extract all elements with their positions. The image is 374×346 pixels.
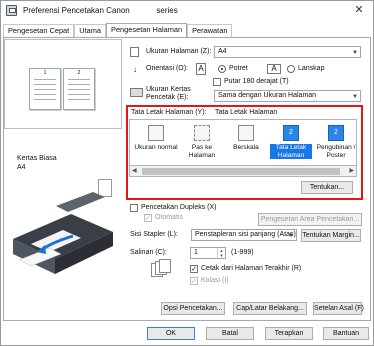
tab-page-setup[interactable]: Pengesetan Halaman xyxy=(106,23,188,37)
collate-label: Kolasi (I) xyxy=(201,277,229,284)
preview-page-right: 2 xyxy=(63,68,95,110)
page-size-label: Ukuran Halaman (Z): xyxy=(146,48,212,55)
printer-paper-size-label: Ukuran Kertas Pencetak (E): xyxy=(146,86,191,101)
specify-margin-button[interactable]: Tentukan Margin... xyxy=(301,229,361,242)
scaled-icon xyxy=(238,125,254,141)
layout-preview: 1 2 xyxy=(4,39,122,129)
print-options-button[interactable]: Opsi Pencetakan... xyxy=(161,302,225,315)
portrait-preview-icon: A xyxy=(196,63,206,75)
page-layout-label: Tata Letak Halaman (Y): xyxy=(131,109,207,116)
layout-tiling-poster[interactable]: 2 Pengubinan / Poster xyxy=(314,123,358,163)
page-layout-icon: 2 xyxy=(283,125,299,141)
duplex-printing-label: Pencetakan Dupleks (X) xyxy=(141,204,217,211)
close-button[interactable]: ✕ xyxy=(351,3,367,17)
layout-list-scrollbar[interactable]: ◀ ▶ xyxy=(129,165,357,177)
apply-button[interactable]: Terapkan xyxy=(265,327,313,340)
rotate-180-checkbox[interactable] xyxy=(213,78,221,86)
help-button[interactable]: Bantuan xyxy=(323,327,369,340)
scroll-left-icon[interactable]: ◀ xyxy=(132,167,137,174)
page-size-icon xyxy=(130,47,139,57)
chevron-down-icon: ▼ xyxy=(352,94,358,100)
landscape-label: Lanskap xyxy=(298,65,325,72)
print-from-last-page-checkbox[interactable]: ✓ xyxy=(190,265,198,273)
duplex-area-button[interactable]: Pengesetan Area Pencetakan... xyxy=(258,213,362,226)
copies-stepper[interactable]: 1 ▲ ▼ xyxy=(190,247,226,259)
landscape-radio[interactable] xyxy=(287,65,295,73)
printing-preferences-window: Preferensi Pencetakan Canon series ✕ Pen… xyxy=(0,0,374,346)
window-title: Preferensi Pencetakan Canon series xyxy=(23,6,178,15)
preview-page-left: 1 xyxy=(29,68,61,110)
printer-app-icon xyxy=(6,5,17,16)
orientation-label: Orientasi (O): xyxy=(146,65,189,72)
tiling-poster-icon: 2 xyxy=(328,125,344,141)
layout-fit-to-page[interactable]: Pas ke Halaman xyxy=(182,123,222,163)
page-layout-value: Tata Letak Halaman xyxy=(215,109,278,116)
cancel-button[interactable]: Batal xyxy=(206,327,254,340)
page-size-select[interactable]: A4 ▼ xyxy=(214,46,361,58)
defaults-button[interactable]: Setelan Asal (F) xyxy=(313,302,364,315)
duplex-printing-checkbox[interactable] xyxy=(130,204,138,212)
printer-illustration-icon xyxy=(13,192,113,274)
copies-label: Salinan (C): xyxy=(130,249,167,256)
copies-stack-icon xyxy=(151,259,173,279)
scrollbar-thumb[interactable] xyxy=(142,168,340,175)
portrait-label: Potret xyxy=(229,65,248,72)
landscape-preview-icon: A xyxy=(267,64,281,74)
paper-size-label: A4 xyxy=(17,164,26,171)
layout-page-layout[interactable]: 2 Tata Letak Halaman xyxy=(270,123,312,163)
tab-main[interactable]: Utama xyxy=(74,24,107,37)
tab-strip: Pengesetan Cepat Utama Pengesetan Halama… xyxy=(3,23,233,37)
printer-paper-size-icon xyxy=(130,88,143,97)
portrait-radio[interactable] xyxy=(218,65,226,73)
specify-button[interactable]: Tentukan... xyxy=(301,181,353,194)
stapling-side-select[interactable]: Penstapleran sisi panjang (Atas) ▼ xyxy=(191,229,297,241)
orientation-arrow-icon: ↓ xyxy=(133,65,137,74)
printer-paper-size-select[interactable]: Sama dengan Ukuran Halaman ▼ xyxy=(214,90,361,102)
chevron-down-icon: ▼ xyxy=(288,233,294,239)
stamp-background-button[interactable]: Cap/Latar Belakang... xyxy=(233,302,307,315)
ok-button[interactable]: OK xyxy=(147,327,195,340)
layout-scaled[interactable]: Berskala xyxy=(226,123,266,163)
copies-range: (1-999) xyxy=(231,249,254,256)
collate-checkbox[interactable]: ✓ xyxy=(190,277,198,285)
normal-size-icon xyxy=(148,125,164,141)
stapling-side-label: Sisi Stapler (L): xyxy=(130,231,178,238)
automatic-checkbox[interactable]: ✓ xyxy=(144,214,152,222)
print-from-last-page-label: Cetak dari Halaman Terakhir (R) xyxy=(201,265,302,272)
tab-maintenance[interactable]: Perawatan xyxy=(187,24,233,37)
tab-quick-setup[interactable]: Pengesetan Cepat xyxy=(3,24,75,37)
layout-normal-size[interactable]: Ukuran normal xyxy=(132,123,180,163)
stepper-arrows-icon[interactable]: ▲ ▼ xyxy=(217,248,225,258)
paper-info: Kertas Biasa A4 xyxy=(17,154,57,172)
title-bar: Preferensi Pencetakan Canon series ✕ xyxy=(1,1,373,21)
rotate-180-label: Putar 180 derajat (T) xyxy=(224,78,289,85)
paper-type-label: Kertas Biasa xyxy=(17,155,57,162)
chevron-down-icon: ▼ xyxy=(352,50,358,56)
fit-to-page-icon xyxy=(194,125,210,141)
scroll-right-icon[interactable]: ▶ xyxy=(349,167,354,174)
automatic-label: Otomatis xyxy=(155,214,184,221)
